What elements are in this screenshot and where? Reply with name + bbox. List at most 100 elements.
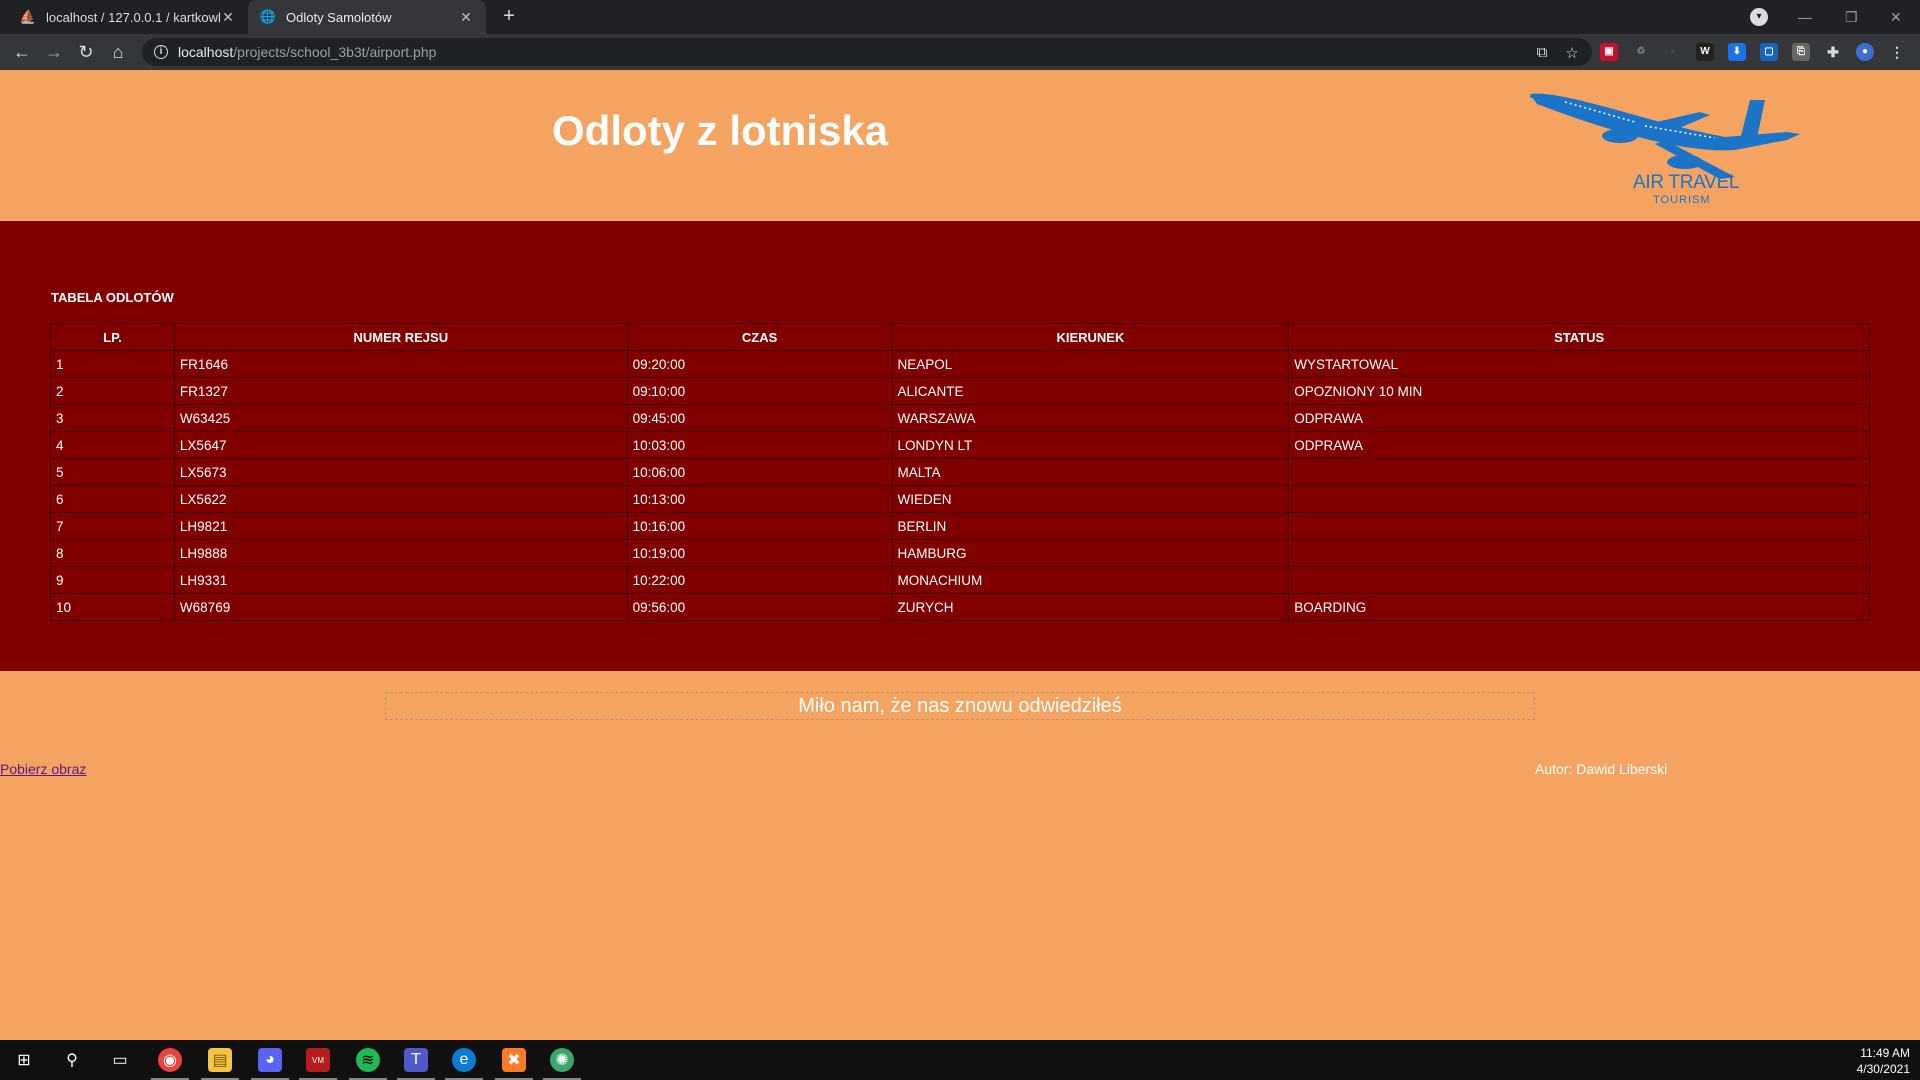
table-row: 6 LX5622 10:13:00 WIEDEN [50, 485, 1870, 513]
restore-icon[interactable]: ❐ [1845, 0, 1858, 34]
cell-lp: 6 [50, 485, 175, 513]
welcome-message: Miło nam, że nas znowu odwiedziłeś [385, 692, 1535, 720]
extension-icon[interactable]: ● [1664, 43, 1682, 61]
browser-tab-bar: ⛵ localhost / 127.0.0.1 / kartkowka ✕ 🌐 … [0, 0, 1920, 34]
home-icon[interactable]: ⌂ [108, 42, 128, 62]
chrome-icon[interactable]: ◉ [158, 1048, 182, 1072]
spotify-icon[interactable]: ≋ [356, 1048, 380, 1072]
departures-section: TABELA ODLOTÓW LP. NUMER REJSU CZAS KIER… [0, 221, 1920, 671]
cell-lp: 3 [50, 404, 175, 432]
cell-time: 10:06:00 [626, 458, 893, 486]
cell-time: 09:20:00 [626, 350, 893, 378]
cell-time: 10:03:00 [626, 431, 893, 459]
cell-status [1288, 512, 1870, 540]
reload-icon[interactable]: ↻ [76, 42, 96, 62]
profile-avatar[interactable]: ● [1856, 43, 1874, 61]
url-host: localhost [178, 44, 234, 60]
extension-icon[interactable]: ▣ [1600, 43, 1618, 61]
new-tab-button[interactable]: + [498, 6, 520, 28]
column-header-lp: LP. [50, 323, 175, 351]
cell-lp: 10 [50, 593, 175, 621]
cell-destination: WARSZAWA [891, 404, 1290, 432]
table-row: 5 LX5673 10:06:00 MALTA [50, 458, 1870, 486]
voicemeeter-icon[interactable]: VM [306, 1048, 330, 1072]
cell-destination: MALTA [891, 458, 1290, 486]
cell-destination: LONDYN LT [891, 431, 1290, 459]
tab-search-icon[interactable]: ▾ [1750, 8, 1768, 26]
tab-title: localhost / 127.0.0.1 / kartkowka [46, 9, 220, 25]
discord-icon[interactable]: ◕ [258, 1048, 282, 1072]
xampp-icon[interactable]: ✖ [502, 1048, 526, 1072]
system-clock[interactable]: 11:49 AM 4/30/2021 [1857, 1045, 1910, 1077]
cell-status: OPOZNIONY 10 MIN [1288, 377, 1870, 405]
windows-start-icon[interactable]: ⊞ [12, 1048, 36, 1072]
search-icon[interactable]: ⚲ [60, 1048, 84, 1072]
close-icon[interactable]: ✕ [220, 9, 236, 25]
extensions-puzzle-icon[interactable]: ✚ [1824, 43, 1842, 61]
cell-lp: 9 [50, 566, 175, 594]
table-row: 4 LX5647 10:03:00 LONDYN LT ODPRAWA [50, 431, 1870, 459]
edge-icon[interactable]: e [452, 1048, 476, 1072]
cell-flight: LH9821 [173, 512, 628, 540]
browser-toolbar: ← → ↻ ⌂ i localhost/projects/school_3b3t… [0, 34, 1920, 70]
download-extension-icon[interactable]: ⬇ [1728, 43, 1746, 61]
page-header: Odloty z lotniska AIR TRAVEL TOURISM [0, 70, 1920, 221]
minimize-icon[interactable]: — [1798, 0, 1812, 34]
table-row: 7 LH9821 10:16:00 BERLIN [50, 512, 1870, 540]
logo-text: AIR TRAVEL [1633, 172, 1740, 193]
cell-flight: LH9888 [173, 539, 628, 567]
cell-time: 09:45:00 [626, 404, 893, 432]
cell-time: 10:22:00 [626, 566, 893, 594]
cell-destination: ALICANTE [891, 377, 1290, 405]
cell-status [1288, 458, 1870, 486]
extension-icon[interactable]: ⎘ [1792, 43, 1810, 61]
cell-flight: LX5622 [173, 485, 628, 513]
column-header-time: CZAS [626, 323, 893, 351]
cell-flight: LH9331 [173, 566, 628, 594]
column-header-status: STATUS [1288, 323, 1870, 351]
cell-lp: 4 [50, 431, 175, 459]
close-icon[interactable]: ✕ [458, 9, 474, 25]
translate-icon[interactable]: ⧉ [1534, 44, 1550, 62]
bookmark-star-icon[interactable]: ☆ [1564, 44, 1580, 62]
download-image-link[interactable]: Pobierz obraz [0, 761, 86, 777]
cell-destination: HAMBURG [891, 539, 1290, 567]
logo-subtext: TOURISM [1653, 194, 1711, 206]
table-row: 3 W63425 09:45:00 WARSZAWA ODPRAWA [50, 404, 1870, 432]
cell-status [1288, 539, 1870, 567]
cell-destination: NEAPOL [891, 350, 1290, 378]
app-icon[interactable]: ✺ [550, 1048, 574, 1072]
cell-lp: 7 [50, 512, 175, 540]
address-bar[interactable]: i localhost/projects/school_3b3t/airport… [142, 38, 1592, 66]
cell-destination: MONACHIUM [891, 566, 1290, 594]
table-row: 10 W68769 09:56:00 ZURYCH BOARDING [50, 593, 1870, 621]
cell-time: 09:10:00 [626, 377, 893, 405]
cell-time: 09:56:00 [626, 593, 893, 621]
tab-phpmyadmin[interactable]: ⛵ localhost / 127.0.0.1 / kartkowka ✕ [8, 0, 248, 34]
cell-destination: ZURYCH [891, 593, 1290, 621]
task-view-icon[interactable]: ▭ [108, 1048, 132, 1072]
cell-lp: 5 [50, 458, 175, 486]
tab-odloty[interactable]: 🌐 Odloty Samolotów ✕ [248, 0, 486, 34]
globe-icon: 🌐 [259, 9, 277, 24]
table-row: 8 LH9888 10:19:00 HAMBURG [50, 539, 1870, 567]
cell-time: 10:19:00 [626, 539, 893, 567]
back-icon[interactable]: ← [12, 42, 32, 62]
menu-kebab-icon[interactable]: ⋮ [1888, 43, 1906, 61]
forward-icon[interactable]: → [44, 42, 64, 62]
window-close-icon[interactable]: ✕ [1890, 0, 1902, 34]
extension-icon[interactable]: W [1696, 43, 1714, 61]
site-info-icon[interactable]: i [154, 45, 168, 59]
cell-flight: LX5647 [173, 431, 628, 459]
cell-status: BOARDING [1288, 593, 1870, 621]
table-header-row: LP. NUMER REJSU CZAS KIERUNEK STATUS [50, 323, 1870, 351]
extension-icon[interactable]: ▢ [1760, 43, 1778, 61]
cell-status: WYSTARTOWAL [1288, 350, 1870, 378]
cell-flight: FR1327 [173, 377, 628, 405]
cell-flight: FR1646 [173, 350, 628, 378]
extension-icon[interactable]: ♻ [1632, 43, 1650, 61]
file-explorer-icon[interactable]: ▤ [208, 1048, 232, 1072]
cell-destination: BERLIN [891, 512, 1290, 540]
teams-icon[interactable]: T [404, 1048, 428, 1072]
author-credit: Autor: Dawid Liberski [1535, 761, 1668, 777]
